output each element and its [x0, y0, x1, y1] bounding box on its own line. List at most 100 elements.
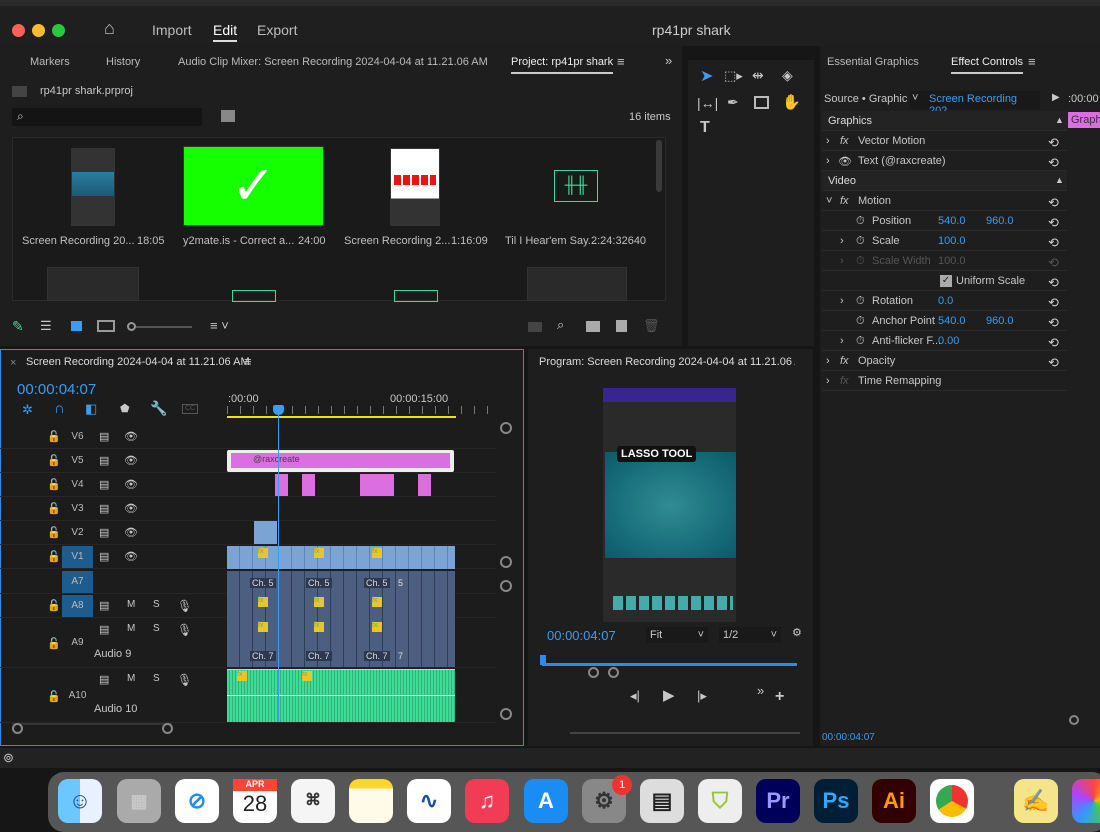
- track-target-v3[interactable]: V3: [62, 498, 93, 520]
- snap-icon[interactable]: ∩: [54, 400, 65, 417]
- graphic-clip[interactable]: [302, 474, 315, 496]
- timeline-timecode[interactable]: 00:00:04:07: [17, 381, 96, 398]
- razor-tool-icon[interactable]: ◈: [782, 67, 793, 84]
- scroll-handle[interactable]: [1069, 715, 1079, 725]
- resolution-dropdown[interactable]: 1/2˅: [719, 627, 781, 643]
- reset-icon[interactable]: ⟲: [1048, 135, 1059, 151]
- microphone-icon[interactable]: 🎙: [177, 623, 192, 637]
- eye-icon[interactable]: 👁: [124, 478, 138, 491]
- reset-icon[interactable]: ⟲: [1048, 215, 1059, 231]
- stickies-icon[interactable]: ✍: [1014, 779, 1058, 823]
- track-target-v6[interactable]: V6: [62, 426, 93, 448]
- new-search-bin-icon[interactable]: [221, 110, 235, 122]
- thumbnail-row2-4[interactable]: [527, 267, 627, 301]
- uniform-scale-checkbox[interactable]: ✓: [940, 275, 952, 287]
- selection-tool-icon[interactable]: ➤: [700, 66, 713, 86]
- stopwatch-icon[interactable]: ⏱: [856, 335, 865, 348]
- eye-icon[interactable]: 👁: [124, 502, 138, 515]
- sync-lock-icon[interactable]: ▤: [99, 526, 109, 539]
- time-ruler[interactable]: [227, 406, 492, 414]
- sync-lock-icon[interactable]: ▤: [99, 454, 109, 467]
- thumbnail-row2-3[interactable]: [394, 290, 438, 302]
- mute-button[interactable]: M: [127, 673, 135, 684]
- illustrator-icon[interactable]: Ai: [872, 779, 916, 823]
- reset-icon[interactable]: ⟲: [1048, 195, 1059, 211]
- track-target-v5[interactable]: V5: [62, 450, 93, 472]
- rotation-value[interactable]: 0.0: [938, 295, 953, 307]
- reset-icon[interactable]: ⟲: [1048, 355, 1059, 371]
- scale-value[interactable]: 100.0: [938, 235, 966, 247]
- close-tab-icon[interactable]: ×: [10, 357, 16, 369]
- slip-tool-icon[interactable]: |↔|: [697, 95, 718, 111]
- antiflicker-value[interactable]: 0.00: [938, 335, 959, 347]
- track-target-a8[interactable]: A8: [62, 595, 93, 617]
- effect-motion[interactable]: Motion: [858, 195, 891, 207]
- lock-icon[interactable]: 🔓: [47, 502, 61, 515]
- thumbnail-y2mate[interactable]: ✓: [183, 146, 324, 226]
- tab-markers[interactable]: Markers: [30, 56, 70, 68]
- lock-icon[interactable]: 🔓: [47, 478, 61, 491]
- position-x[interactable]: 540.0: [938, 215, 966, 227]
- captions-icon[interactable]: CC: [182, 404, 198, 414]
- sequence-title[interactable]: Screen Recording 2024-04-04 at 11.21.06 …: [26, 356, 250, 368]
- freeform-view-icon[interactable]: [97, 320, 115, 332]
- settings-icon[interactable]: ⚙: [792, 626, 802, 639]
- playhead-handle[interactable]: [273, 405, 284, 415]
- launchpad-icon[interactable]: ▦: [117, 779, 161, 823]
- settings-wrench-icon[interactable]: 🔧: [150, 400, 167, 417]
- play-clip-icon[interactable]: ▶: [1052, 92, 1060, 103]
- thumbnail-screen-recording-1[interactable]: [71, 148, 115, 226]
- track-target-a10[interactable]: A10: [62, 669, 93, 722]
- sync-lock-icon[interactable]: ▤: [99, 673, 109, 686]
- work-area-bar[interactable]: [227, 416, 456, 418]
- reset-icon[interactable]: ⟲: [1048, 275, 1059, 291]
- panel-menu-icon[interactable]: ≡: [244, 354, 252, 369]
- fx-icon[interactable]: fx: [840, 355, 849, 367]
- home-icon[interactable]: ⌂: [104, 18, 115, 39]
- music-icon[interactable]: ♫: [465, 779, 509, 823]
- anchor-x[interactable]: 540.0: [938, 315, 966, 327]
- security-app-icon[interactable]: ⛉: [698, 779, 742, 823]
- graphic-clip[interactable]: [418, 474, 431, 496]
- microphone-icon[interactable]: 🎙: [177, 673, 192, 687]
- photos-icon[interactable]: [1072, 779, 1100, 823]
- app-store-icon[interactable]: A: [524, 779, 568, 823]
- more-controls-icon[interactable]: »: [757, 683, 764, 698]
- calendar-icon[interactable]: APR28: [233, 779, 277, 823]
- program-timecode[interactable]: 00:00:04:07: [547, 628, 616, 643]
- linked-selection-icon[interactable]: ◧: [85, 401, 97, 417]
- nav-import[interactable]: Import: [152, 22, 192, 38]
- lock-icon[interactable]: 🔓: [47, 599, 61, 612]
- clip-selector[interactable]: ˅Screen Recording 202...: [910, 91, 1040, 109]
- video-clip[interactable]: [254, 521, 277, 544]
- fx-icon[interactable]: fx: [840, 195, 849, 207]
- effect-text-layer[interactable]: Text (@raxcreate): [858, 155, 946, 167]
- track-lane[interactable]: [227, 425, 497, 449]
- tab-effect-controls[interactable]: Effect Controls: [951, 56, 1023, 74]
- program-title[interactable]: Program: Screen Recording 2024-04-04 at …: [539, 356, 795, 368]
- sync-lock-icon[interactable]: ▤: [99, 430, 109, 443]
- thumbnail-screen-recording-2[interactable]: [390, 148, 440, 226]
- reset-icon[interactable]: ⟲: [1048, 315, 1059, 331]
- tab-project[interactable]: Project: rp41pr shark: [511, 56, 613, 74]
- nest-toggle-icon[interactable]: ✲: [22, 402, 33, 418]
- reset-icon[interactable]: ⟲: [1048, 155, 1059, 171]
- solo-button[interactable]: S: [153, 673, 160, 684]
- project-search-input[interactable]: ⌕: [12, 108, 202, 126]
- microphone-icon[interactable]: 🎙: [177, 599, 192, 613]
- ripple-edit-tool-icon[interactable]: ⇹: [752, 67, 764, 84]
- rectangle-tool-icon[interactable]: [754, 96, 769, 109]
- zoom-window-button[interactable]: [52, 24, 65, 37]
- zoom-slider[interactable]: [136, 326, 192, 328]
- finder-icon[interactable]: ☺: [58, 779, 102, 823]
- effect-time-remapping[interactable]: Time Remapping: [858, 375, 941, 387]
- scroll-handle[interactable]: [588, 667, 599, 678]
- tab-essential-graphics[interactable]: Essential Graphics: [827, 56, 919, 68]
- photoshop-icon[interactable]: Ps: [814, 779, 858, 823]
- track-target-v2[interactable]: V2: [62, 522, 93, 544]
- eye-icon[interactable]: 👁: [124, 526, 138, 539]
- track-select-tool-icon[interactable]: ⬚▸: [724, 68, 743, 84]
- fx-icon[interactable]: fx: [840, 135, 849, 147]
- find-icon[interactable]: ⌕: [557, 317, 564, 333]
- new-bin-icon[interactable]: [586, 321, 600, 332]
